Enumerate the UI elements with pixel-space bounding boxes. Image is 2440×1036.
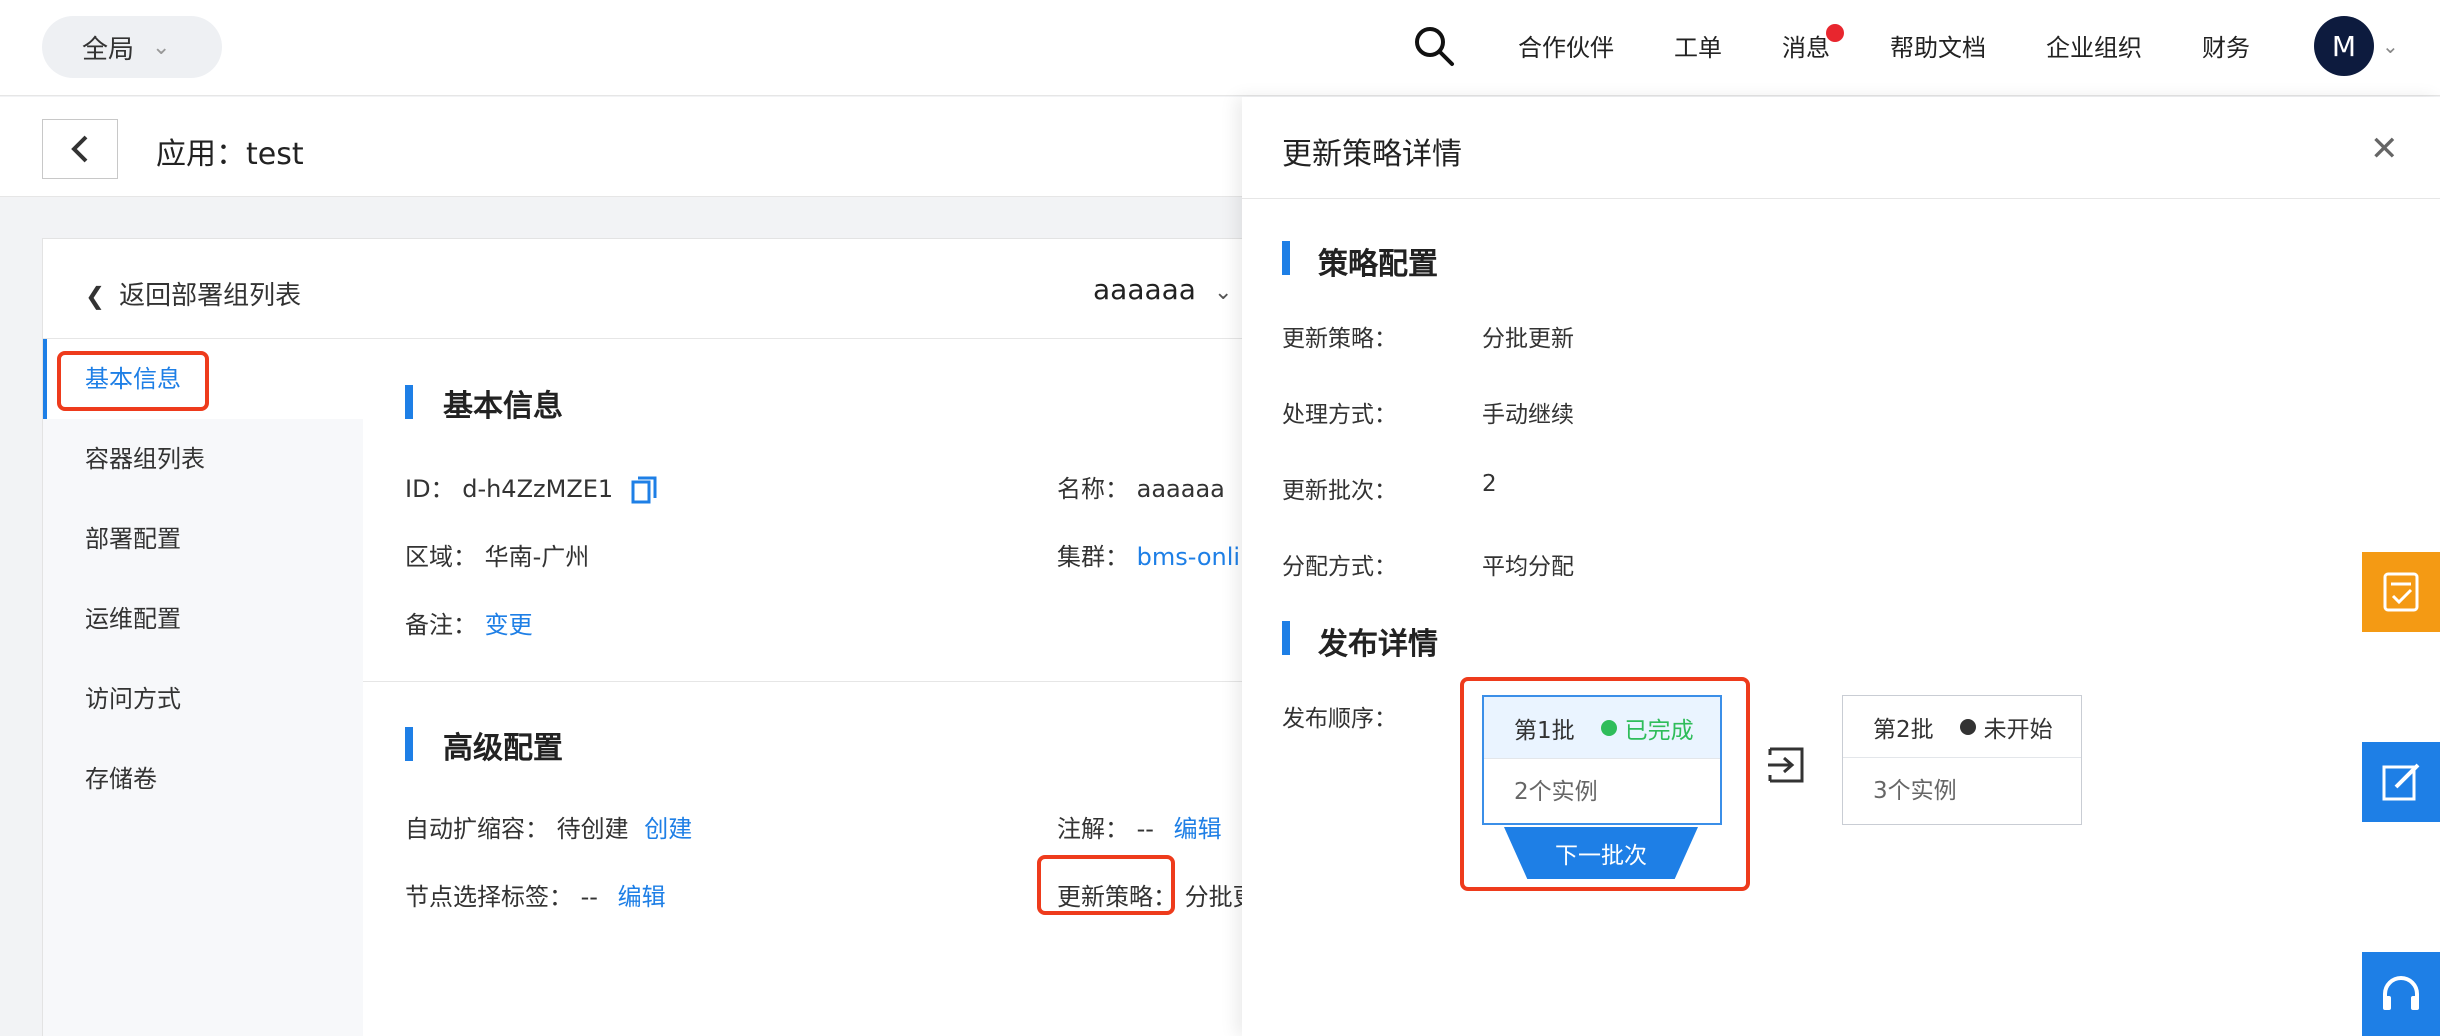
batch-count-key: 更新批次： <box>1282 478 1397 504</box>
id-field: ID： d-h4ZzMZE1 <box>405 469 657 504</box>
sidebar-item-volumes[interactable]: 存储卷 <box>43 739 363 819</box>
notification-dot <box>1826 24 1844 42</box>
allocation-value: 平均分配 <box>1482 554 1574 580</box>
region-field: 区域： 华南-广州 <box>405 537 589 572</box>
nav-finance[interactable]: 财务 <box>2202 28 2250 63</box>
node-selector-field: 节点选择标签： -- 编辑 <box>405 877 666 912</box>
highlight-batch-1 <box>1460 677 1750 891</box>
edit-icon <box>2382 763 2420 801</box>
sidebar-item-pod-list[interactable]: 容器组列表 <box>43 419 363 499</box>
autoscale-value: 待创建 <box>556 815 629 843</box>
chevron-down-icon: ⌄ <box>1213 280 1233 305</box>
highlight-update-strategy <box>1037 855 1175 915</box>
annotation-label: 注解： <box>1057 815 1129 843</box>
highlight-basic-info <box>57 351 209 411</box>
annotation-value: -- <box>1136 815 1154 843</box>
name-field: 名称： aaaaaa <box>1057 469 1225 504</box>
page-title: 应用：test <box>156 137 304 172</box>
chevron-left-icon <box>71 135 88 163</box>
update-strategy-drawer: 更新策略详情 ✕ 策略配置 更新策略： 分批更新 处理方式： 手动继续 更新批次… <box>1242 97 2440 1036</box>
batch-2-count: 3个实例 <box>1873 778 1957 804</box>
advanced-config-title: 高级配置 <box>405 723 563 767</box>
drawer-header: 更新策略详情 ✕ <box>1242 97 2440 199</box>
handling-value: 手动继续 <box>1482 402 1574 428</box>
allocation-key: 分配方式： <box>1282 554 1397 580</box>
node-selector-edit-link[interactable]: 编辑 <box>618 883 666 911</box>
release-details-title: 发布详情 <box>1282 619 1438 663</box>
annotation-field: 注解： -- 编辑 <box>1057 809 1222 844</box>
float-support-button[interactable] <box>2362 952 2440 1036</box>
nav-ticket[interactable]: 工单 <box>1674 28 1722 63</box>
autoscale-field: 自动扩缩容： 待创建 创建 <box>405 809 692 844</box>
nav-messages[interactable]: 消息 <box>1782 28 1830 63</box>
batch-2-header: 第2批 未开始 <box>1843 696 2081 758</box>
drawer-title: 更新策略详情 <box>1282 137 1462 172</box>
annotation-edit-link[interactable]: 编辑 <box>1174 815 1222 843</box>
cluster-link[interactable]: bms-onlir <box>1137 543 1250 571</box>
sidebar: 基本信息 容器组列表 部署配置 运维配置 访问方式 存储卷 <box>43 339 363 1036</box>
autoscale-create-link[interactable]: 创建 <box>644 815 692 843</box>
note-change-link[interactable]: 变更 <box>485 611 533 639</box>
policy-config-title: 策略配置 <box>1282 239 1438 283</box>
sidebar-item-ops-config[interactable]: 运维配置 <box>43 579 363 659</box>
batch-2-status-label: 未开始 <box>1983 716 2053 743</box>
sidebar-item-deploy-config[interactable]: 部署配置 <box>43 499 363 579</box>
cluster-field: 集群： bms-onlir <box>1057 537 1250 572</box>
status-dot-icon <box>1959 718 1976 735</box>
checklist-icon <box>2383 572 2419 612</box>
node-selector-label: 节点选择标签： <box>405 883 573 911</box>
basic-info-title: 基本信息 <box>405 381 563 425</box>
scope-selector[interactable]: 全局 ⌄ <box>42 16 222 78</box>
back-button[interactable] <box>42 119 118 179</box>
region-label: 区域： <box>405 543 477 571</box>
note-label: 备注： <box>405 611 477 639</box>
release-order-label: 发布顺序： <box>1282 706 1397 732</box>
avatar-initial: M <box>2331 29 2357 63</box>
back-to-list-label: 返回部署组列表 <box>119 281 302 311</box>
headset-icon <box>2383 976 2419 1010</box>
cluster-label: 集群： <box>1057 543 1129 571</box>
sidebar-item-access[interactable]: 访问方式 <box>43 659 363 739</box>
strategy-key: 更新策略： <box>1282 326 1397 352</box>
node-selector-value: -- <box>580 883 598 911</box>
batch-2-status: 未开始 <box>1959 710 2053 744</box>
float-task-button[interactable] <box>2362 552 2440 632</box>
group-name: aaaaaa <box>1093 273 1196 306</box>
copy-icon[interactable] <box>631 476 657 504</box>
name-label: 名称： <box>1057 475 1129 503</box>
chevron-down-icon[interactable]: ⌄ <box>2382 34 2399 58</box>
id-label: ID： <box>405 475 455 503</box>
back-to-list-link[interactable]: ❮ 返回部署组列表 <box>85 275 301 312</box>
search-icon[interactable] <box>1412 24 1456 68</box>
handling-key: 处理方式： <box>1282 402 1397 428</box>
scope-label: 全局 <box>82 34 135 65</box>
nav-help-docs[interactable]: 帮助文档 <box>1890 28 1986 63</box>
avatar[interactable]: M <box>2314 16 2374 76</box>
name-value: aaaaaa <box>1136 475 1225 503</box>
nav-organization[interactable]: 企业组织 <box>2046 28 2142 63</box>
region-value: 华南-广州 <box>484 543 590 571</box>
chevron-down-icon: ⌄ <box>152 34 171 60</box>
close-icon[interactable]: ✕ <box>2370 129 2399 169</box>
batch-2-name: 第2批 <box>1873 716 1934 743</box>
note-field: 备注： 变更 <box>405 605 533 640</box>
batch-2-card[interactable]: 第2批 未开始 3个实例 <box>1842 695 2082 825</box>
group-selector[interactable]: aaaaaa ⌄ <box>1093 273 1232 306</box>
float-feedback-button[interactable] <box>2362 742 2440 822</box>
top-navbar: 全局 ⌄ 合作伙伴 工单 消息 帮助文档 企业组织 财务 M ⌄ <box>0 0 2440 96</box>
chevron-left-icon: ❮ <box>85 282 106 310</box>
nav-partner[interactable]: 合作伙伴 <box>1518 28 1614 63</box>
strategy-value: 分批更新 <box>1482 326 1574 352</box>
autoscale-label: 自动扩缩容： <box>405 815 549 843</box>
next-step-arrow-icon <box>1768 747 1804 783</box>
batch-count-value: 2 <box>1482 471 1497 497</box>
id-value: d-h4ZzMZE1 <box>462 475 614 503</box>
